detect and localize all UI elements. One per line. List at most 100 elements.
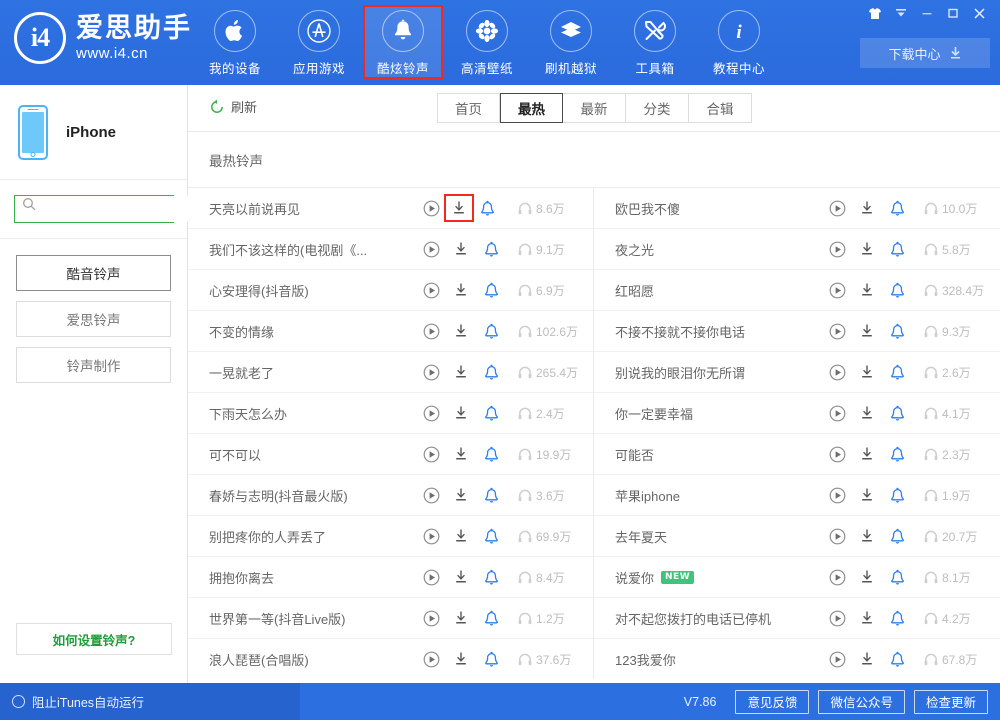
topnav-item-2[interactable]: 应用游戏 [280,6,358,78]
topnav-item-5[interactable]: 刷机越狱 [532,6,610,78]
play-icon[interactable] [416,569,446,586]
download-icon[interactable] [852,610,882,626]
play-icon[interactable] [416,282,446,299]
table-row[interactable]: 别把疼你的人弄丢了69.9万 [188,515,593,556]
how-to-set-ringtone-link[interactable]: 如何设置铃声? [16,623,172,655]
sidebar-menu-item-1[interactable]: 酷音铃声 [16,255,171,291]
download-icon[interactable] [852,487,882,503]
play-icon[interactable] [416,200,446,217]
download-icon[interactable] [852,282,882,298]
download-icon[interactable] [446,196,472,220]
download-icon[interactable] [446,610,476,626]
minimize-icon[interactable] [914,2,940,24]
table-row[interactable]: 苹果iphone1.9万 [594,474,1000,515]
download-icon[interactable] [852,528,882,544]
download-icon[interactable] [446,569,476,585]
download-icon[interactable] [446,364,476,380]
download-icon[interactable] [852,364,882,380]
download-icon[interactable] [852,405,882,421]
set-ringtone-icon[interactable] [882,200,912,217]
set-ringtone-icon[interactable] [882,610,912,627]
play-icon[interactable] [416,241,446,258]
set-ringtone-icon[interactable] [882,241,912,258]
table-row[interactable]: 红昭愿328.4万 [594,269,1000,310]
table-row[interactable]: 你一定要幸福4.1万 [594,392,1000,433]
refresh-button[interactable]: 刷新 [209,97,257,116]
download-icon[interactable] [852,323,882,339]
table-row[interactable]: 世界第一等(抖音Live版)1.2万 [188,597,593,638]
sidebar-menu-item-3[interactable]: 铃声制作 [16,347,171,383]
search-input[interactable] [15,196,200,222]
set-ringtone-icon[interactable] [476,446,506,463]
download-icon[interactable] [852,241,882,257]
play-icon[interactable] [822,323,852,340]
table-row[interactable]: 春娇与志明(抖音最火版)3.6万 [188,474,593,515]
table-row[interactable]: 不变的情缘102.6万 [188,310,593,351]
set-ringtone-icon[interactable] [882,405,912,422]
download-icon[interactable] [852,569,882,585]
download-icon[interactable] [852,651,882,667]
set-ringtone-icon[interactable] [476,487,506,504]
table-row[interactable]: 123我爱你67.8万 [594,638,1000,679]
table-row[interactable]: 一晃就老了265.4万 [188,351,593,392]
tab-2[interactable]: 最热 [500,93,563,123]
download-icon[interactable] [446,651,476,667]
play-icon[interactable] [822,200,852,217]
table-row[interactable]: 对不起您拨打的电话已停机4.2万 [594,597,1000,638]
download-icon[interactable] [446,282,476,298]
tab-4[interactable]: 分类 [626,93,689,123]
tab-1[interactable]: 首页 [437,93,500,123]
download-icon[interactable] [446,487,476,503]
set-ringtone-icon[interactable] [882,569,912,586]
play-icon[interactable] [416,487,446,504]
topnav-item-6[interactable]: 工具箱 [616,6,694,78]
tab-5[interactable]: 合辑 [689,93,752,123]
set-ringtone-icon[interactable] [882,364,912,381]
play-icon[interactable] [822,446,852,463]
download-icon[interactable] [446,323,476,339]
topnav-item-1[interactable]: 我的设备 [196,6,274,78]
topnav-item-7[interactable]: i教程中心 [700,6,778,78]
table-row[interactable]: 去年夏天20.7万 [594,515,1000,556]
set-ringtone-icon[interactable] [882,282,912,299]
play-icon[interactable] [822,528,852,545]
play-icon[interactable] [416,610,446,627]
table-row[interactable]: 可能否2.3万 [594,433,1000,474]
table-row[interactable]: 夜之光5.8万 [594,228,1000,269]
download-center-button[interactable]: 下载中心 [860,38,990,68]
set-ringtone-icon[interactable] [476,528,506,545]
set-ringtone-icon[interactable] [476,241,506,258]
download-icon[interactable] [446,528,476,544]
itunes-toggle[interactable]: 阻止iTunes自动运行 [0,683,300,720]
table-row[interactable]: 拥抱你离去8.4万 [188,556,593,597]
table-row[interactable]: 欧巴我不傻10.0万 [594,187,1000,228]
sidebar-menu-item-2[interactable]: 爱思铃声 [16,301,171,337]
table-row[interactable]: 心安理得(抖音版)6.9万 [188,269,593,310]
statusbar-button-1[interactable]: 意见反馈 [735,690,809,714]
play-icon[interactable] [822,364,852,381]
table-row[interactable]: 浪人琵琶(合唱版)37.6万 [188,638,593,679]
set-ringtone-icon[interactable] [476,323,506,340]
table-row[interactable]: 说爱你NEW8.1万 [594,556,1000,597]
set-ringtone-icon[interactable] [882,487,912,504]
set-ringtone-icon[interactable] [476,364,506,381]
play-icon[interactable] [822,651,852,668]
play-icon[interactable] [822,405,852,422]
play-icon[interactable] [416,528,446,545]
table-row[interactable]: 我们不该这样的(电视剧《...9.1万 [188,228,593,269]
play-icon[interactable] [822,487,852,504]
maximize-icon[interactable] [940,2,966,24]
set-ringtone-icon[interactable] [476,405,506,422]
skin-icon[interactable] [862,2,888,24]
download-icon[interactable] [446,241,476,257]
set-ringtone-icon[interactable] [882,651,912,668]
set-ringtone-icon[interactable] [476,651,506,668]
close-icon[interactable] [966,2,992,24]
play-icon[interactable] [822,569,852,586]
play-icon[interactable] [416,651,446,668]
download-icon[interactable] [446,405,476,421]
topnav-item-4[interactable]: 高清壁纸 [448,6,526,78]
table-row[interactable]: 下雨天怎么办2.4万 [188,392,593,433]
chevron-down-icon[interactable] [888,2,914,24]
set-ringtone-icon[interactable] [476,569,506,586]
